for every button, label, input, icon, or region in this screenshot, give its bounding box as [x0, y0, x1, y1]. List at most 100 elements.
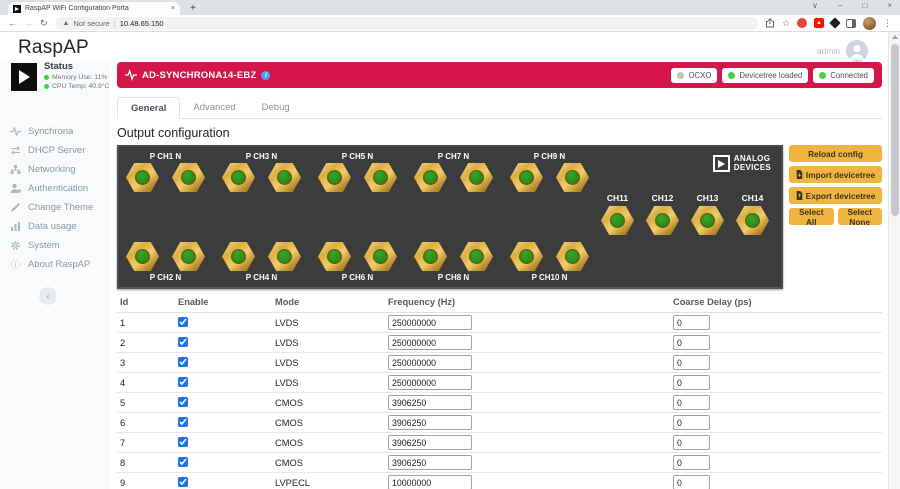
back-icon[interactable]: ←	[8, 18, 17, 28]
enable-checkbox[interactable]	[178, 357, 188, 367]
sma-connector	[222, 163, 255, 192]
sidebar-item-synchrona[interactable]: Synchrona	[0, 122, 110, 141]
frequency-input[interactable]	[388, 395, 472, 410]
reload-icon[interactable]: ↻	[40, 18, 48, 29]
mode-value: CMOS	[275, 458, 388, 468]
tab-general[interactable]: General	[117, 97, 180, 119]
select-all-button[interactable]: Select All	[789, 208, 834, 225]
table-row: 8 CMOS	[117, 453, 882, 473]
bookmark-star-icon[interactable]: ☆	[782, 18, 790, 29]
channel-label: P CH6 N	[342, 273, 373, 282]
delay-input[interactable]	[673, 335, 710, 350]
scrollbar-thumb[interactable]	[891, 44, 899, 216]
tab-bar: General Advanced Debug	[117, 97, 882, 119]
bar-chart-icon	[10, 221, 21, 232]
row-id: 8	[117, 458, 178, 468]
sma-connector	[460, 242, 493, 271]
single-connector-row: CH11 CH12 CH13	[601, 193, 769, 235]
enable-checkbox[interactable]	[178, 457, 188, 467]
adi-logo	[11, 63, 37, 91]
sma-connector	[268, 242, 301, 271]
info-icon[interactable]: i	[261, 71, 270, 80]
channel-label: CH11	[607, 193, 628, 203]
channel-label: P CH2 N	[150, 273, 181, 282]
window-chevron-icon[interactable]: ∨	[812, 1, 818, 10]
output-table: Id Enable Mode Frequency (Hz) Coarse Del…	[117, 293, 882, 489]
sma-connector	[646, 206, 679, 235]
delay-input[interactable]	[673, 355, 710, 370]
enable-checkbox[interactable]	[178, 417, 188, 427]
sidebar-item-networking[interactable]: Networking	[0, 160, 110, 179]
window-minimize-icon[interactable]: –	[838, 1, 842, 10]
delay-input[interactable]	[673, 395, 710, 410]
enable-checkbox[interactable]	[178, 397, 188, 407]
url-bar[interactable]: ▲ Not secure | 10.48.65.150	[55, 17, 758, 30]
delay-input[interactable]	[673, 415, 710, 430]
enable-checkbox[interactable]	[178, 317, 188, 327]
sidebar-collapse-button[interactable]: ‹	[39, 287, 57, 305]
row-id: 2	[117, 338, 178, 348]
channel-label: P CH8 N	[438, 273, 469, 282]
header-frequency: Frequency (Hz)	[388, 297, 673, 307]
sidebar-item-authentication[interactable]: Authentication	[0, 179, 110, 198]
browser-menu-icon[interactable]: ⋮	[883, 18, 892, 29]
window-maximize-icon[interactable]: □	[862, 1, 867, 10]
delay-input[interactable]	[673, 315, 710, 330]
reload-config-button[interactable]: Reload config	[789, 145, 882, 162]
frequency-input[interactable]	[388, 375, 472, 390]
extension-red-circle-icon[interactable]	[797, 18, 807, 28]
browser-profile-avatar[interactable]	[863, 17, 876, 30]
select-none-button[interactable]: Select None	[838, 208, 883, 225]
row-id: 1	[117, 318, 178, 328]
frequency-input[interactable]	[388, 335, 472, 350]
channel-label: P CH9 N	[534, 152, 565, 161]
sidebar-item-change-theme[interactable]: Change Theme	[0, 198, 110, 217]
frequency-input[interactable]	[388, 315, 472, 330]
user-menu[interactable]: admin	[817, 40, 868, 62]
frequency-input[interactable]	[388, 415, 472, 430]
enable-checkbox[interactable]	[178, 437, 188, 447]
tab-close-icon[interactable]: ×	[171, 5, 175, 12]
connector-pair: P CH6 N	[318, 242, 397, 282]
connector-single: CH14	[736, 193, 769, 235]
sidebar-menu: Synchrona DHCP Server Networking	[0, 122, 110, 274]
pin-extension-icon[interactable]	[829, 17, 840, 28]
adobe-extension-icon[interactable]: ▲	[814, 18, 824, 28]
delay-input[interactable]	[673, 455, 710, 470]
mode-value: CMOS	[275, 398, 388, 408]
delay-input[interactable]	[673, 435, 710, 450]
frequency-input[interactable]	[388, 455, 472, 470]
row-id: 4	[117, 378, 178, 388]
share-icon[interactable]	[765, 18, 775, 28]
frequency-input[interactable]	[388, 355, 472, 370]
browser-tab[interactable]: RaspAP WiFi Configuration Porta ×	[8, 2, 180, 15]
sma-connector	[222, 242, 255, 271]
new-tab-button[interactable]: +	[190, 2, 196, 15]
frequency-input[interactable]	[388, 475, 472, 489]
header-enable: Enable	[178, 297, 275, 307]
window-close-icon[interactable]: ×	[887, 1, 892, 10]
enable-checkbox[interactable]	[178, 377, 188, 387]
enable-checkbox[interactable]	[178, 477, 188, 487]
forward-icon[interactable]: →	[24, 18, 33, 28]
enable-checkbox[interactable]	[178, 337, 188, 347]
connector-single: CH13	[691, 193, 724, 235]
tab-debug[interactable]: Debug	[249, 97, 303, 118]
sma-connector	[126, 242, 159, 271]
user-avatar[interactable]	[846, 40, 868, 62]
sidebar-item-system[interactable]: System	[0, 236, 110, 255]
frequency-input[interactable]	[388, 435, 472, 450]
sidebar-item-dhcp-server[interactable]: DHCP Server	[0, 141, 110, 160]
import-devicetree-button[interactable]: Import devicetree	[789, 166, 882, 183]
export-devicetree-button[interactable]: Export devicetree	[789, 187, 882, 204]
table-row: 1 LVDS	[117, 313, 882, 333]
delay-input[interactable]	[673, 375, 710, 390]
delay-input[interactable]	[673, 475, 710, 489]
side-panel-icon[interactable]	[846, 19, 856, 28]
scroll-up-icon[interactable]	[892, 35, 898, 39]
tab-advanced[interactable]: Advanced	[180, 97, 248, 118]
sidebar-item-about-raspap[interactable]: ⓘ About RaspAP	[0, 255, 110, 274]
table-row: 6 CMOS	[117, 413, 882, 433]
sidebar-item-data-usage[interactable]: Data usage	[0, 217, 110, 236]
page-scrollbar[interactable]	[888, 32, 900, 489]
